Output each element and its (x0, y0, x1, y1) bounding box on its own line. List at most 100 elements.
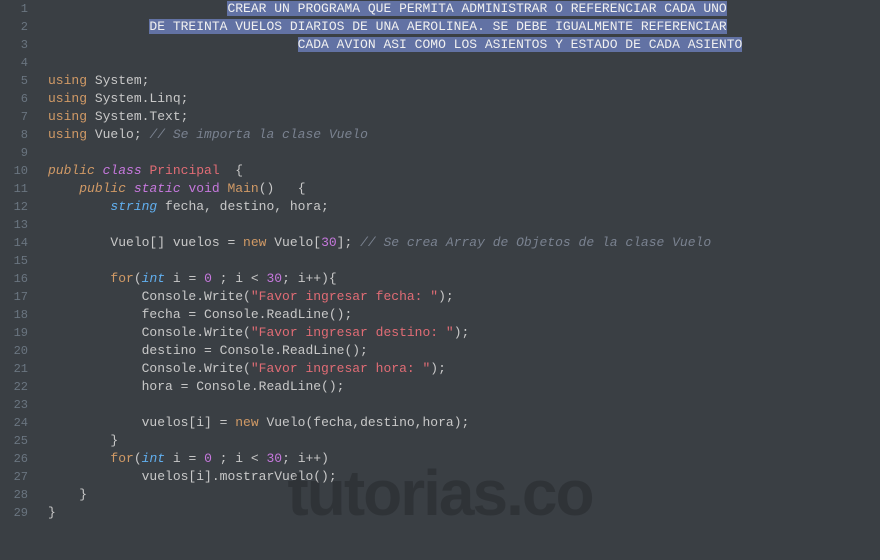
brace: { (220, 163, 243, 178)
code-line: fecha = Console.ReadLine(); (48, 306, 880, 324)
keyword: public (79, 181, 126, 196)
type: int (142, 451, 165, 466)
line-number: 15 (0, 252, 28, 270)
code-line: for(int i = 0 ; i < 30; i++){ (48, 270, 880, 288)
code-text: Console.Write( (142, 289, 251, 304)
class-name: Principal (149, 163, 219, 178)
code-line: using System.Linq; (48, 90, 880, 108)
code-text: Console.Write( (142, 361, 251, 376)
keyword: for (110, 451, 133, 466)
code-text: Console.Write( (142, 325, 251, 340)
code-line: using Vuelo; // Se importa la clase Vuel… (48, 126, 880, 144)
namespace: System.Text; (87, 109, 188, 124)
code-text: Vuelo[ (266, 235, 321, 250)
line-number: 16 (0, 270, 28, 288)
code-line: } (48, 486, 880, 504)
code-line: DE TREINTA VUELOS DIARIOS DE UNA AEROLIN… (48, 18, 880, 36)
code-text: ]; (337, 235, 360, 250)
comment: // Se crea Array de Objetos de la clase … (360, 235, 711, 250)
method-name: Main (228, 181, 259, 196)
code-line: hora = Console.ReadLine(); (48, 378, 880, 396)
number: 30 (321, 235, 337, 250)
keyword: using (48, 91, 87, 106)
code-text: ); (430, 361, 446, 376)
namespace: System.Linq; (87, 91, 188, 106)
line-number: 17 (0, 288, 28, 306)
code-line (48, 396, 880, 414)
code-line (48, 144, 880, 162)
code-line: vuelos[i].mostrarVuelo(); (48, 468, 880, 486)
code-text: i = (165, 271, 204, 286)
code-text: Vuelo(fecha,destino,hora); (259, 415, 470, 430)
keyword: void (188, 181, 219, 196)
line-number: 1 (0, 0, 28, 18)
keyword: public (48, 163, 95, 178)
brace: } (48, 505, 56, 520)
brace: () { (259, 181, 306, 196)
namespace: System; (87, 73, 149, 88)
string-literal: "Favor ingresar fecha: " (251, 289, 438, 304)
type: int (142, 271, 165, 286)
code-text: ); (438, 289, 454, 304)
line-number: 26 (0, 450, 28, 468)
code-text: ; i++) (282, 451, 329, 466)
line-number: 8 (0, 126, 28, 144)
brace: } (79, 487, 87, 502)
code-line: vuelos[i] = new Vuelo(fecha,destino,hora… (48, 414, 880, 432)
line-number: 23 (0, 396, 28, 414)
code-line (48, 252, 880, 270)
code-line: CREAR UN PROGRAMA QUE PERMITA ADMINISTRA… (48, 0, 880, 18)
code-area[interactable]: CREAR UN PROGRAMA QUE PERMITA ADMINISTRA… (38, 0, 880, 560)
line-number: 28 (0, 486, 28, 504)
code-line: for(int i = 0 ; i < 30; i++) (48, 450, 880, 468)
code-text: vuelos[i] = (142, 415, 236, 430)
line-number: 6 (0, 90, 28, 108)
code-text: fecha = Console.ReadLine(); (142, 307, 353, 322)
keyword: new (243, 235, 266, 250)
code-text: vuelos[i].mostrarVuelo(); (142, 469, 337, 484)
keyword: class (103, 163, 142, 178)
code-line: Console.Write("Favor ingresar hora: "); (48, 360, 880, 378)
code-text: Vuelo[] vuelos = (110, 235, 243, 250)
namespace: Vuelo; (87, 127, 149, 142)
string-literal: "Favor ingresar hora: " (251, 361, 430, 376)
keyword: using (48, 109, 87, 124)
code-line: } (48, 432, 880, 450)
line-number: 19 (0, 324, 28, 342)
number: 0 (204, 271, 212, 286)
code-line: Console.Write("Favor ingresar destino: "… (48, 324, 880, 342)
code-text: destino = Console.ReadLine(); (142, 343, 368, 358)
keyword: using (48, 73, 87, 88)
code-line: Console.Write("Favor ingresar fecha: "); (48, 288, 880, 306)
keyword: static (134, 181, 181, 196)
code-text: ; i < (212, 271, 267, 286)
brace: } (110, 433, 118, 448)
code-line: Vuelo[] vuelos = new Vuelo[30]; // Se cr… (48, 234, 880, 252)
code-line: using System.Text; (48, 108, 880, 126)
code-text: ; i < (212, 451, 267, 466)
selected-comment: DE TREINTA VUELOS DIARIOS DE UNA AEROLIN… (149, 19, 726, 34)
keyword: using (48, 127, 87, 142)
line-number: 18 (0, 306, 28, 324)
selected-comment: CADA AVION ASI COMO LOS ASIENTOS Y ESTAD… (298, 37, 743, 52)
keyword: new (235, 415, 258, 430)
line-number: 27 (0, 468, 28, 486)
code-line: string fecha, destino, hora; (48, 198, 880, 216)
line-number: 11 (0, 180, 28, 198)
keyword: for (110, 271, 133, 286)
code-line: } (48, 504, 880, 522)
code-text: hora = Console.ReadLine(); (142, 379, 345, 394)
line-number: 22 (0, 378, 28, 396)
code-editor: 1 2 3 4 5 6 7 8 9 10 11 12 13 14 15 16 1… (0, 0, 880, 560)
line-number: 29 (0, 504, 28, 522)
code-line: public class Principal { (48, 162, 880, 180)
code-text: ); (454, 325, 470, 340)
code-text: i = (165, 451, 204, 466)
line-number: 4 (0, 54, 28, 72)
line-number: 9 (0, 144, 28, 162)
type: string (110, 199, 157, 214)
line-number: 24 (0, 414, 28, 432)
line-number: 21 (0, 360, 28, 378)
code-line: CADA AVION ASI COMO LOS ASIENTOS Y ESTAD… (48, 36, 880, 54)
line-number: 25 (0, 432, 28, 450)
